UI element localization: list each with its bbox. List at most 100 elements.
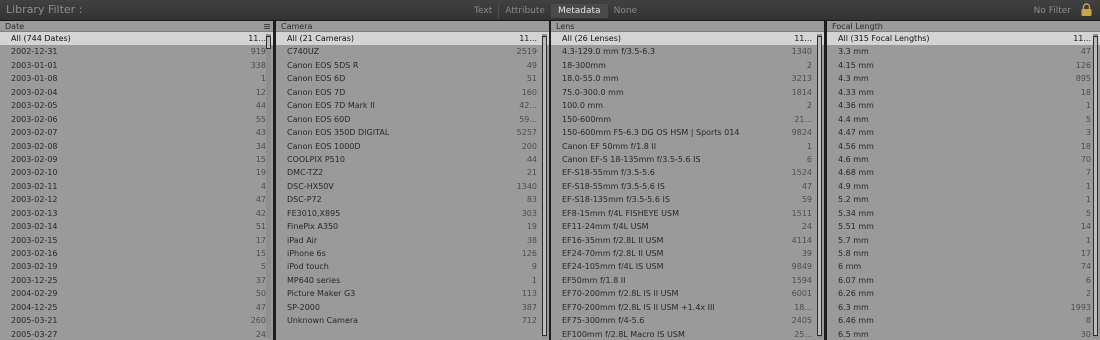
list-item[interactable]: 4.4 mm 5 bbox=[827, 113, 1100, 126]
lens-all-row[interactable]: All (26 Lenses) 11... bbox=[551, 32, 824, 46]
list-item[interactable]: Canon EOS 7D Mark II 42... bbox=[276, 99, 549, 112]
list-item[interactable]: 6.46 mm 8 bbox=[827, 314, 1100, 327]
list-item[interactable]: EF70-200mm f/2.8L IS II USM +1.4x III 18.… bbox=[551, 301, 824, 314]
list-item[interactable]: Canon EOS 60D 59... bbox=[276, 113, 549, 126]
list-item[interactable]: 2003-12-25 37 bbox=[0, 274, 273, 287]
list-item[interactable]: 18.0-55.0 mm 3213 bbox=[551, 72, 824, 85]
list-item[interactable]: EF24-70mm f/2.8L II USM 39 bbox=[551, 247, 824, 260]
focal-length-column-header[interactable]: Focal Length bbox=[827, 21, 1100, 32]
list-item[interactable]: 2003-02-15 17 bbox=[0, 234, 273, 247]
list-item[interactable]: Canon EOS 5DS R 49 bbox=[276, 59, 549, 72]
camera-scrollbar[interactable] bbox=[542, 34, 547, 338]
list-item[interactable]: 4.47 mm 3 bbox=[827, 126, 1100, 139]
list-item[interactable]: EF8-15mm f/4L FISHEYE USM 1511 bbox=[551, 207, 824, 220]
list-item[interactable]: 2003-02-14 51 bbox=[0, 220, 273, 233]
list-item[interactable]: 18-300mm 2 bbox=[551, 59, 824, 72]
list-item[interactable]: 4.3-129.0 mm f/3.5-6.3 1340 bbox=[551, 45, 824, 58]
list-item[interactable]: 5.2 mm 1 bbox=[827, 193, 1100, 206]
filter-mode-attribute[interactable]: Attribute bbox=[498, 4, 551, 18]
camera-column-header[interactable]: Camera bbox=[276, 21, 549, 32]
list-item[interactable]: C740UZ 2519 bbox=[276, 45, 549, 58]
camera-all-row[interactable]: All (21 Cameras) 11... bbox=[276, 32, 549, 46]
date-scrollbar[interactable] bbox=[266, 34, 271, 338]
list-item[interactable]: Canon EOS 350D DIGITAL 5257 bbox=[276, 126, 549, 139]
list-item[interactable]: 2003-02-11 4 bbox=[0, 180, 273, 193]
list-item[interactable]: 4.68 mm 7 bbox=[827, 166, 1100, 179]
list-item[interactable]: Canon EF 50mm f/1.8 II 1 bbox=[551, 140, 824, 153]
list-item[interactable]: 2004-02-29 50 bbox=[0, 287, 273, 300]
list-item[interactable]: 2003-02-06 55 bbox=[0, 113, 273, 126]
list-item[interactable]: FinePix A350 19 bbox=[276, 220, 549, 233]
list-item[interactable]: EF100mm f/2.8L Macro IS USM 25... bbox=[551, 328, 824, 340]
list-item[interactable]: 2003-02-07 43 bbox=[0, 126, 273, 139]
filter-mode-none[interactable]: None bbox=[606, 4, 643, 18]
list-item[interactable]: EF-S18-55mm f/3.5-5.6 IS 47 bbox=[551, 180, 824, 193]
list-item[interactable]: 4.3 mm 895 bbox=[827, 72, 1100, 85]
list-item[interactable]: Canon EOS 1000D 200 bbox=[276, 140, 549, 153]
list-item[interactable]: 2003-02-04 12 bbox=[0, 86, 273, 99]
focal-length-scrollbar[interactable] bbox=[1093, 34, 1098, 338]
list-item[interactable]: 6.26 mm 2 bbox=[827, 287, 1100, 300]
list-item[interactable]: EF24-105mm f/4L IS USM 9849 bbox=[551, 260, 824, 273]
list-item[interactable]: MP640 series 1 bbox=[276, 274, 549, 287]
column-menu-icon[interactable] bbox=[264, 24, 270, 29]
list-item[interactable]: 2003-02-13 42 bbox=[0, 207, 273, 220]
list-item[interactable]: 75.0-300.0 mm 1814 bbox=[551, 86, 824, 99]
lens-column-header[interactable]: Lens bbox=[551, 21, 824, 32]
list-item[interactable]: 150-600mm 21... bbox=[551, 113, 824, 126]
list-item[interactable]: 6.07 mm 6 bbox=[827, 274, 1100, 287]
list-item[interactable]: Canon EF-S 18-135mm f/3.5-5.6 IS 6 bbox=[551, 153, 824, 166]
filter-mode-metadata[interactable]: Metadata bbox=[550, 4, 607, 18]
list-item[interactable]: 4.9 mm 1 bbox=[827, 180, 1100, 193]
list-item[interactable]: iPad Air 38 bbox=[276, 234, 549, 247]
list-item[interactable]: EF70-200mm f/2.8L IS II USM 6001 bbox=[551, 287, 824, 300]
list-item[interactable]: 2003-02-19 5 bbox=[0, 260, 273, 273]
list-item[interactable]: 2003-02-10 19 bbox=[0, 166, 273, 179]
list-item[interactable]: EF75-300mm f/4-5.6 2405 bbox=[551, 314, 824, 327]
list-item[interactable]: 2004-12-25 47 bbox=[0, 301, 273, 314]
focal-length-all-row[interactable]: All (315 Focal Lengths) 11... bbox=[827, 32, 1100, 46]
lock-icon[interactable] bbox=[1080, 3, 1093, 17]
list-item[interactable]: DMC-TZ2 21 bbox=[276, 166, 549, 179]
list-item[interactable]: 2003-01-08 1 bbox=[0, 72, 273, 85]
list-item[interactable]: 2003-02-08 34 bbox=[0, 140, 273, 153]
list-item[interactable]: 3.3 mm 47 bbox=[827, 45, 1100, 58]
list-item[interactable]: 5.8 mm 17 bbox=[827, 247, 1100, 260]
list-item[interactable]: 2003-02-12 47 bbox=[0, 193, 273, 206]
list-item[interactable]: 2003-02-09 15 bbox=[0, 153, 273, 166]
list-item[interactable]: Canon EOS 6D 51 bbox=[276, 72, 549, 85]
list-item[interactable]: Unknown Camera 712 bbox=[276, 314, 549, 327]
filter-preset-dropdown[interactable]: No Filter bbox=[1034, 6, 1071, 16]
list-item[interactable]: 6.5 mm 30 bbox=[827, 328, 1100, 340]
list-item[interactable]: Canon EOS 7D 160 bbox=[276, 86, 549, 99]
list-item[interactable]: iPod touch 9 bbox=[276, 260, 549, 273]
date-all-row[interactable]: All (744 Dates) 11... bbox=[0, 32, 273, 46]
list-item[interactable]: FE3010,X895 303 bbox=[276, 207, 549, 220]
list-item[interactable]: EF50mm f/1.8 II 1594 bbox=[551, 274, 824, 287]
list-item[interactable]: 4.15 mm 126 bbox=[827, 59, 1100, 72]
list-item[interactable]: 6 mm 74 bbox=[827, 260, 1100, 273]
list-item[interactable]: 100.0 mm 2 bbox=[551, 99, 824, 112]
scrollbar-thumb[interactable] bbox=[1093, 36, 1098, 336]
list-item[interactable]: 150-600mm F5-6.3 DG OS HSM | Sports 014 9… bbox=[551, 126, 824, 139]
list-item[interactable]: COOLPIX P510 44 bbox=[276, 153, 549, 166]
filter-mode-text[interactable]: Text bbox=[468, 4, 498, 18]
list-item[interactable]: 5.51 mm 14 bbox=[827, 220, 1100, 233]
list-item[interactable]: 5.7 mm 1 bbox=[827, 234, 1100, 247]
date-column-header[interactable]: Date bbox=[0, 21, 273, 32]
list-item[interactable]: 5.34 mm 5 bbox=[827, 207, 1100, 220]
list-item[interactable]: 2003-02-16 15 bbox=[0, 247, 273, 260]
list-item[interactable]: 2005-03-27 24 bbox=[0, 328, 273, 340]
list-item[interactable]: EF16-35mm f/2.8L II USM 4114 bbox=[551, 234, 824, 247]
list-item[interactable]: DSC-P72 83 bbox=[276, 193, 549, 206]
list-item[interactable]: EF11-24mm f/4L USM 24 bbox=[551, 220, 824, 233]
list-item[interactable]: DSC-HX50V 1340 bbox=[276, 180, 549, 193]
list-item[interactable]: EF-S18-55mm f/3.5-5.6 1524 bbox=[551, 166, 824, 179]
list-item[interactable]: 2005-03-21 260 bbox=[0, 314, 273, 327]
list-item[interactable]: 4.36 mm 1 bbox=[827, 99, 1100, 112]
list-item[interactable]: 4.33 mm 18 bbox=[827, 86, 1100, 99]
scrollbar-thumb[interactable] bbox=[817, 36, 822, 336]
list-item[interactable]: 4.6 mm 70 bbox=[827, 153, 1100, 166]
list-item[interactable]: EF-S18-135mm f/3.5-5.6 IS 59 bbox=[551, 193, 824, 206]
lens-scrollbar[interactable] bbox=[817, 34, 822, 338]
